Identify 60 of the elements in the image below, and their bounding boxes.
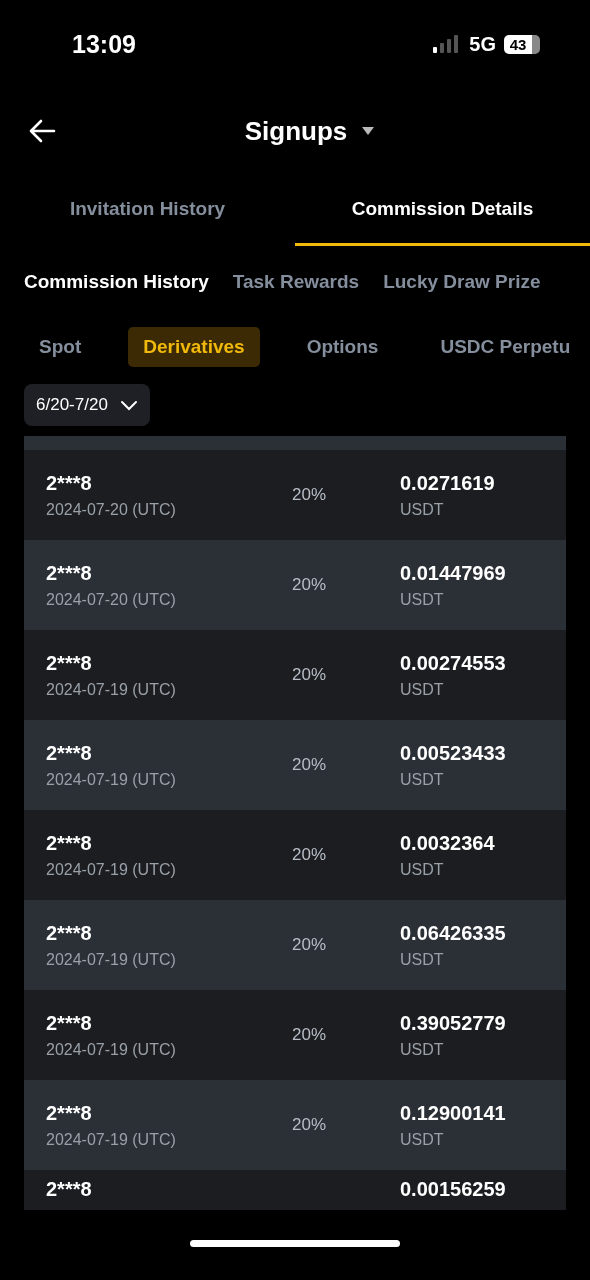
status-time: 13:09 (72, 29, 136, 59)
commission-rate: 20% (291, 845, 328, 865)
sub-tab[interactable]: Lucky Draw Prize (383, 271, 541, 293)
commission-amount: 0.06426335 (400, 921, 506, 945)
user-id: 2***8 (46, 561, 93, 585)
record-date: 2024-07-19 (UTC) (46, 950, 177, 969)
currency-label: USDT (400, 770, 445, 789)
sub-tab[interactable]: Commission History (24, 271, 209, 293)
product-tab[interactable]: USDC Perpetu (425, 327, 586, 367)
commission-amount: 0.0271619 (400, 471, 495, 495)
commission-rate: 20% (291, 1115, 328, 1135)
battery-indicator: 43 (504, 34, 540, 54)
currency-label: USDT (400, 680, 445, 699)
commission-amount: 0.00156259 (400, 1178, 506, 1201)
user-id: 2***8 (46, 921, 93, 945)
currency-label: USDT (400, 950, 445, 969)
commission-rate: 20% (291, 755, 328, 775)
commission-amount: 0.12900141 (400, 1101, 506, 1125)
back-button[interactable] (28, 119, 56, 143)
commission-rate: 20% (291, 575, 328, 595)
user-id: 2***8 (46, 1178, 93, 1201)
back-arrow-icon (28, 119, 56, 143)
currency-label: USDT (400, 500, 445, 519)
user-id: 2***8 (46, 831, 93, 855)
user-id: 2***8 (46, 741, 93, 765)
commission-amount: 0.0032364 (400, 831, 495, 855)
commission-rate: 20% (291, 935, 328, 955)
chevron-down-icon (119, 399, 138, 411)
network-label: 5G (469, 32, 496, 56)
record-date: 2024-07-19 (UTC) (46, 860, 177, 879)
currency-label: USDT (400, 590, 445, 609)
commission-rate: 20% (291, 665, 328, 685)
commission-rate: 20% (291, 485, 328, 505)
user-id: 2***8 (46, 471, 93, 495)
commission-amount: 0.01447969 (400, 561, 506, 585)
record-date: 2024-07-20 (UTC) (46, 590, 177, 609)
commission-rate: 20% (291, 1025, 328, 1045)
product-tab[interactable]: Derivatives (128, 327, 260, 367)
currency-label: USDT (400, 1130, 445, 1149)
tab[interactable]: Commission Details (295, 174, 590, 246)
record-date: 2024-07-19 (UTC) (46, 770, 177, 789)
date-range-dropdown[interactable]: 6/20-7/20 (24, 384, 150, 426)
user-id: 2***8 (46, 1101, 93, 1125)
user-id: 2***8 (46, 1011, 93, 1035)
record-date: 2024-07-19 (UTC) (46, 1040, 177, 1059)
user-id: 2***8 (46, 651, 93, 675)
dropdown-caret-icon (361, 126, 376, 136)
commission-amount: 0.00274553 (400, 651, 506, 675)
commission-amount: 0.00523433 (400, 741, 506, 765)
product-tab[interactable]: Options (291, 327, 394, 367)
record-date: 2024-07-19 (UTC) (46, 1130, 177, 1149)
title-dropdown[interactable]: Signups (244, 115, 376, 147)
sub-tab[interactable]: Task Rewards (232, 271, 360, 293)
currency-label: USDT (400, 1040, 445, 1059)
product-tab[interactable]: Spot (24, 327, 97, 367)
commission-amount: 0.39052779 (400, 1011, 506, 1035)
record-date: 2024-07-19 (UTC) (46, 680, 177, 699)
record-date: 2024-07-20 (UTC) (46, 500, 177, 519)
currency-label: USDT (400, 860, 445, 879)
tab[interactable]: Invitation History (0, 174, 295, 246)
